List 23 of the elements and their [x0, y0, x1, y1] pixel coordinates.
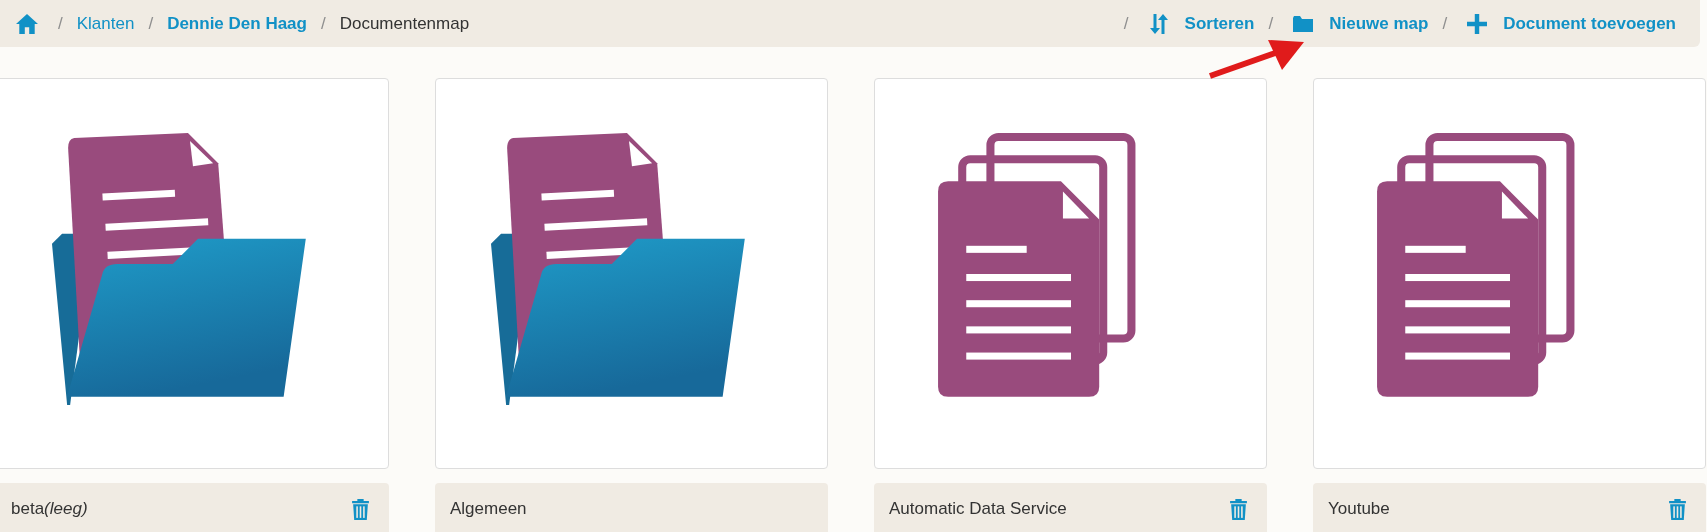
sort-icon[interactable]	[1148, 13, 1169, 34]
action-link[interactable]: Document toevoegen	[1503, 13, 1676, 34]
separator: /	[1123, 13, 1129, 34]
item-name[interactable]: Youtube	[1328, 499, 1390, 519]
trash-icon[interactable]	[1230, 498, 1247, 520]
home-icon[interactable]	[16, 13, 38, 34]
action-link[interactable]: Nieuwe map	[1329, 13, 1429, 34]
breadcrumb-link[interactable]: Klanten	[76, 13, 135, 34]
folder-icon[interactable]	[1293, 13, 1314, 34]
separator: /	[148, 13, 154, 34]
item-name[interactable]: Automatic Data Service	[889, 499, 1067, 519]
plus-icon[interactable]	[1467, 13, 1488, 34]
separator: /	[1268, 13, 1274, 34]
separator: /	[58, 13, 63, 34]
item-name[interactable]: Algemeen	[450, 499, 527, 519]
item-name[interactable]: beta(leeg)	[11, 499, 88, 519]
breadcrumb-link[interactable]: Dennie Den Haag	[167, 13, 307, 34]
trash-icon[interactable]	[352, 498, 369, 520]
trash-icon[interactable]	[1669, 498, 1686, 520]
breadcrumb-current: Documentenmap	[339, 13, 470, 34]
separator: /	[320, 13, 326, 34]
separator: /	[1442, 13, 1448, 34]
action-link[interactable]: Sorteren	[1184, 13, 1255, 34]
